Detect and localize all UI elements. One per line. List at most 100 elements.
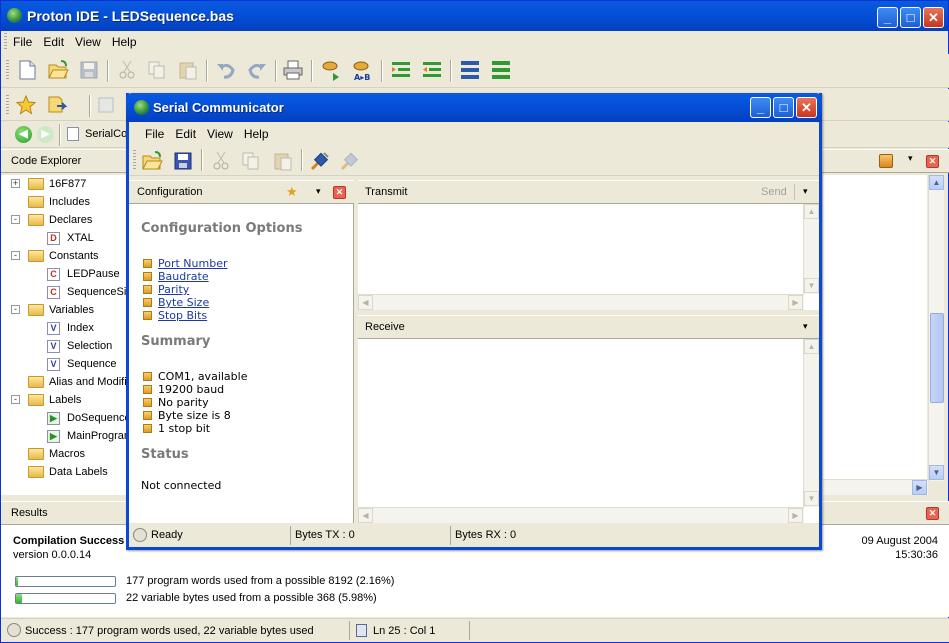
toolbar-grip[interactable] [6, 95, 9, 115]
serial-close-button[interactable]: ✕ [796, 97, 817, 118]
print-icon[interactable] [282, 59, 304, 81]
save-icon[interactable] [78, 59, 100, 81]
configuration-dropdown-icon[interactable]: ▾ [316, 186, 321, 197]
program-device-icon[interactable] [47, 94, 69, 116]
serial-maximize-button[interactable]: □ [773, 97, 794, 118]
scroll-thumb[interactable] [930, 313, 944, 403]
config-option-label[interactable]: Port Number [158, 257, 228, 270]
scroll-right-icon[interactable]: ▶ [912, 480, 927, 495]
config-option-link[interactable]: Stop Bits [143, 309, 207, 322]
scroll-up-icon[interactable]: ▲ [804, 339, 819, 354]
scroll-down-icon[interactable]: ▼ [804, 278, 819, 293]
tree-node[interactable]: - Variables [1, 302, 128, 320]
menu-edit[interactable]: Edit [37, 32, 69, 49]
menu-file[interactable]: File [7, 32, 37, 49]
open-folder-icon[interactable] [47, 59, 69, 81]
disconnect-icon[interactable] [339, 150, 361, 172]
tree-node[interactable]: V Sequence [1, 356, 128, 374]
plugin-icon[interactable] [97, 96, 119, 118]
minimize-button[interactable]: _ [877, 7, 898, 28]
explorer-dropdown-icon[interactable]: ▾ [908, 153, 913, 164]
configuration-close-icon[interactable]: ✕ [333, 186, 346, 199]
serial-toolbar-grip[interactable] [133, 150, 136, 170]
plugin-star-icon[interactable] [15, 94, 37, 116]
send-button[interactable]: Send [761, 186, 787, 198]
serial-minimize-button[interactable]: _ [750, 97, 771, 118]
scroll-down-icon[interactable]: ▼ [804, 491, 819, 506]
serial-cut-icon[interactable] [210, 150, 232, 172]
new-file-icon[interactable] [16, 59, 38, 81]
tree-node[interactable]: +16F877 [1, 176, 128, 194]
config-option-label[interactable]: Byte Size [158, 296, 209, 309]
tree-node[interactable]: C SequenceSize [1, 284, 128, 302]
tree-node[interactable]: Data Labels [1, 464, 128, 482]
receive-hscroll[interactable]: ◀ ▶ [358, 507, 804, 523]
receive-textarea[interactable]: ▲ ▼ ◀ ▶ [358, 339, 819, 523]
receive-vscroll[interactable]: ▲ ▼ [803, 339, 819, 507]
transmit-hscroll[interactable]: ◀ ▶ [358, 294, 804, 310]
copy-icon[interactable] [146, 59, 168, 81]
tree-node[interactable]: ▶ DoSequence [1, 410, 128, 428]
tree-node[interactable]: Macros [1, 446, 128, 464]
config-option-label[interactable]: Stop Bits [158, 309, 207, 322]
tree-node[interactable]: - Labels [1, 392, 128, 410]
back-arrow-icon[interactable]: ◀ [15, 126, 32, 143]
compile-icon[interactable] [321, 59, 343, 81]
tree-node[interactable]: - Declares [1, 212, 128, 230]
results-close-icon[interactable]: ✕ [926, 507, 939, 520]
cut-icon[interactable] [116, 59, 138, 81]
scroll-down-icon[interactable]: ▼ [929, 465, 944, 480]
serial-copy-icon[interactable] [240, 150, 262, 172]
editor-vertical-scrollbar[interactable]: ▲ ▼ [928, 175, 944, 481]
serial-menu-help[interactable]: Help [238, 124, 274, 141]
config-option-link[interactable]: Port Number [143, 257, 228, 270]
code-editor-area[interactable] [823, 175, 927, 495]
maximize-button[interactable]: □ [900, 7, 921, 28]
config-option-link[interactable]: Byte Size [143, 296, 209, 309]
scroll-right-icon[interactable]: ▶ [788, 508, 803, 523]
redo-icon[interactable] [246, 59, 268, 81]
receive-dropdown-icon[interactable]: ▾ [803, 321, 808, 332]
config-option-link[interactable]: Baudrate [143, 270, 209, 283]
scroll-right-icon[interactable]: ▶ [788, 295, 803, 310]
collapse-icon[interactable]: - [11, 251, 20, 260]
connect-icon[interactable] [309, 150, 331, 172]
explorer-options-icon[interactable] [879, 154, 893, 168]
compile-program-icon[interactable]: A▸B [352, 59, 374, 82]
uncomment-block-icon[interactable] [490, 59, 512, 81]
scroll-left-icon[interactable]: ◀ [358, 508, 373, 523]
explorer-close-icon[interactable]: ✕ [926, 155, 939, 168]
config-option-label[interactable]: Parity [158, 283, 189, 296]
main-titlebar[interactable]: Proton IDE - LEDSequence.bas _ □ ✕ [1, 1, 948, 31]
transmit-dropdown-icon[interactable]: ▾ [803, 186, 808, 197]
indent-icon[interactable] [390, 59, 412, 81]
favorite-star-icon[interactable]: ★ [286, 184, 298, 200]
collapse-icon[interactable]: - [11, 215, 20, 224]
paste-icon[interactable] [177, 59, 199, 81]
comment-block-icon[interactable] [459, 59, 481, 81]
tree-node[interactable]: C LEDPause [1, 266, 128, 284]
tree-node[interactable]: V Selection [1, 338, 128, 356]
collapse-icon[interactable]: - [11, 305, 20, 314]
transmit-textarea[interactable]: ▲ ▼ ◀ ▶ [358, 204, 819, 310]
tree-node[interactable]: - Constants [1, 248, 128, 266]
scroll-up-icon[interactable]: ▲ [929, 175, 944, 190]
tree-node[interactable]: ▶ MainProgram [1, 428, 128, 446]
serial-open-icon[interactable] [141, 150, 163, 172]
scroll-left-icon[interactable]: ◀ [358, 295, 373, 310]
config-option-label[interactable]: Baudrate [158, 270, 209, 283]
transmit-vscroll[interactable]: ▲ ▼ [803, 204, 819, 294]
scroll-up-icon[interactable]: ▲ [804, 204, 819, 219]
serial-menu-edit[interactable]: Edit [169, 124, 201, 141]
tree-node[interactable]: D XTAL [1, 230, 128, 248]
menu-view[interactable]: View [69, 32, 106, 49]
serial-save-icon[interactable] [172, 150, 194, 172]
expand-icon[interactable]: + [11, 179, 20, 188]
tree-node[interactable]: Includes [1, 194, 128, 212]
serial-titlebar[interactable]: Serial Communicator _ □ ✕ [126, 93, 822, 122]
menu-help[interactable]: Help [106, 32, 142, 49]
menubar-grip[interactable] [4, 33, 7, 49]
tree-node[interactable]: Alias and Modifiers [1, 374, 128, 392]
serial-menu-view[interactable]: View [201, 124, 238, 141]
serial-paste-icon[interactable] [272, 150, 294, 172]
